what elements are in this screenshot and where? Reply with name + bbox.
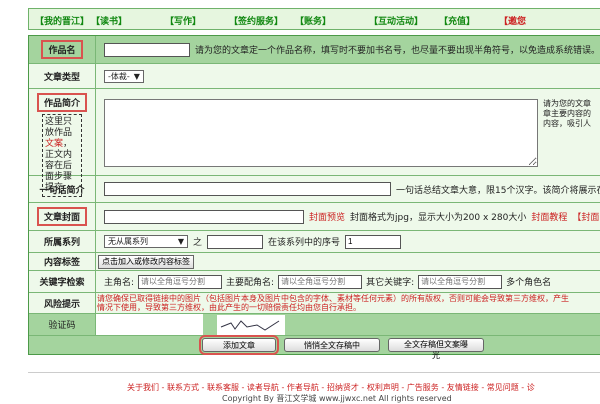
- other-keywords-input[interactable]: [418, 274, 503, 289]
- support-char-input[interactable]: [278, 274, 363, 289]
- title-hint: 请为您的文章定一个作品名称，填写时不要加书名号，也尽量不要出现半角符号，以免造成…: [195, 46, 600, 56]
- series-select[interactable]: 无从属系列 ▼: [104, 235, 188, 248]
- intro-note-red: 文案: [45, 139, 64, 149]
- article-form: 作品名 请为您的文章定一个作品名称，填写时不要加书名号，也尽量不要出现半角符号，…: [28, 35, 600, 360]
- cover-input[interactable]: [104, 209, 304, 224]
- nav-invite[interactable]: 【邀您: [499, 14, 526, 27]
- oneline-label: 一句话简介: [29, 176, 96, 202]
- save-draft-expose-button[interactable]: 全文存稿但文案曝光: [388, 338, 484, 360]
- captcha-label: 验证码: [29, 314, 96, 335]
- type-select[interactable]: -体裁- ▼: [104, 69, 144, 83]
- nav-read[interactable]: 【读书】: [91, 14, 127, 27]
- title-label: 作品名: [41, 40, 83, 59]
- footer-links[interactable]: 关于我们 - 联系方式 - 联系客服 - 读者导航 - 作者导航 - 招纳贤才 …: [127, 382, 535, 393]
- dropdown-arrow-icon: ▼: [133, 71, 140, 81]
- nav-write[interactable]: 【写作】: [165, 14, 201, 27]
- series-select-value: 无从属系列: [108, 237, 148, 246]
- oneline-hint: 一句话总结文章大意，限15个汉字。该简介将展示在文: [396, 185, 600, 196]
- cover-tutorial-link[interactable]: 封面教程: [531, 210, 567, 223]
- nav-contract[interactable]: 【签约服务】: [229, 14, 283, 27]
- intro-hint: 请为您的文章 章主要内容的 内容，吸引人: [543, 99, 591, 128]
- dropdown-arrow-icon: ▼: [177, 237, 184, 246]
- nav-account[interactable]: 【账务】: [295, 14, 331, 27]
- cover-hint: 封面格式为jpg，显示大小为200 x 280大小: [350, 213, 527, 223]
- footer-divider: [28, 372, 600, 373]
- cover-preview-link[interactable]: 封面预览: [309, 210, 345, 223]
- nav-activity[interactable]: 【互动活动】: [369, 14, 423, 27]
- nav-recharge[interactable]: 【充值】: [439, 14, 475, 27]
- save-draft-button[interactable]: 悄悄全文存稿中: [284, 338, 380, 352]
- keywords-label: 关键字检索: [29, 271, 96, 292]
- series-order-label: 在该系列中的序号: [268, 238, 341, 248]
- series-order-input[interactable]: [345, 234, 402, 249]
- series-label: 所属系列: [29, 231, 96, 252]
- edit-tags-button[interactable]: 点击加入或修改内容标签: [98, 254, 194, 269]
- tags-label: 内容标签: [29, 253, 96, 270]
- type-select-value: -体裁-: [108, 71, 130, 81]
- cover-more-link[interactable]: 【封面: [572, 210, 599, 223]
- support-char-label: 主要配角名:: [226, 278, 275, 288]
- captcha-input[interactable]: [96, 314, 203, 335]
- main-char-input[interactable]: [138, 274, 223, 289]
- cover-label: 文章封面: [36, 207, 88, 226]
- nav-my-jjwxc[interactable]: 【我的晋江】: [35, 14, 89, 27]
- oneline-input[interactable]: [104, 182, 391, 196]
- keywords-more: 多个角色名: [506, 278, 552, 288]
- other-keywords-label: 其它关键字:: [366, 278, 415, 288]
- footer-copyright: Copyright By 晋江文学城 www.jjwxc.net All rig…: [222, 394, 452, 403]
- risk-label: 风险提示: [29, 293, 96, 313]
- title-input[interactable]: [104, 42, 190, 57]
- intro-label: 作品简介: [36, 93, 88, 112]
- risk-text-2: 情况下使用，导致第三方维权，由此产生的一切赔偿责任均由您自行承担。: [97, 303, 361, 312]
- type-label: 文章类型: [29, 64, 96, 88]
- intro-textarea[interactable]: [104, 99, 538, 167]
- main-char-label: 主角名:: [104, 278, 135, 288]
- add-article-button[interactable]: 添加文章: [199, 335, 279, 355]
- series-name-input[interactable]: [207, 234, 264, 249]
- series-zhi: 之: [193, 238, 203, 248]
- risk-text-1: 请您确保已取得链接中的图片（包括图片本身及图片中包含的字体、素材等任何元素）的所…: [97, 294, 569, 303]
- intro-note-a: 这里只放作品: [45, 117, 73, 138]
- captcha-image[interactable]: [217, 314, 285, 335]
- top-nav: 【我的晋江】 【读书】 【写作】 【签约服务】 【账务】 【互动活动】 【充值】…: [28, 8, 600, 30]
